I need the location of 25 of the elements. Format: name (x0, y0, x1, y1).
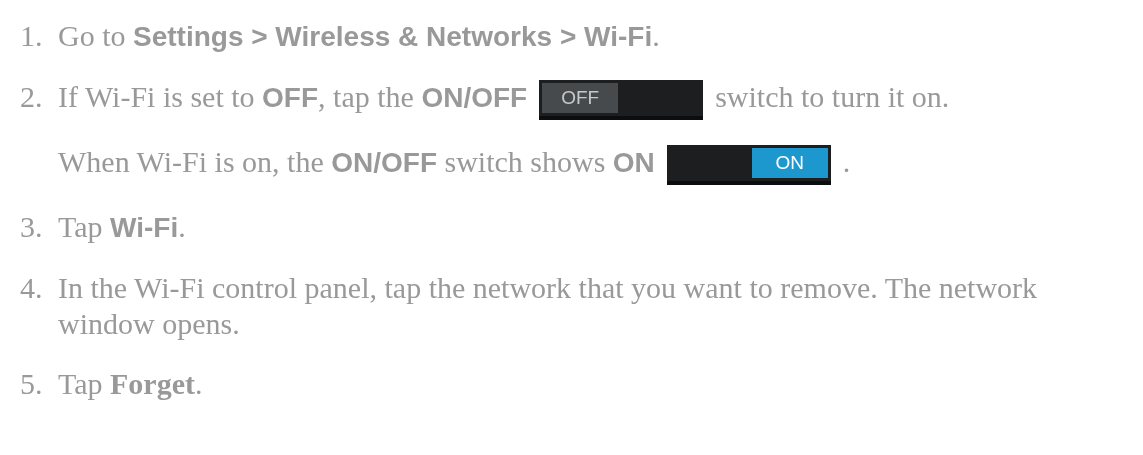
step-number: 4. (20, 270, 44, 307)
switch-thumb: ON (751, 148, 828, 179)
step-number: 2. (20, 79, 44, 115)
ui-label: ON/OFF (331, 147, 437, 179)
instruction-text: Go to (58, 19, 127, 52)
ui-label: ON/OFF (421, 82, 528, 113)
step-number: 1. (20, 18, 44, 54)
instruction-text: , tap the (318, 80, 415, 113)
instruction-text: switch to turn it on. (715, 80, 950, 113)
instruction-text: When Wi-Fi is on, the (58, 145, 325, 179)
ui-label: OFF (262, 82, 319, 113)
step-number: 5. (20, 366, 44, 403)
instruction-text: switch shows (443, 145, 607, 179)
switch-thumb: OFF (542, 83, 619, 114)
instruction-text: . (178, 210, 186, 244)
instruction-text: Tap Forget. (58, 367, 203, 401)
instruction-text: In the Wi-Fi control panel, tap the network that you want to remove. The network window opens. (58, 271, 1038, 341)
instruction-text: Tap (58, 210, 104, 244)
ui-label: Settings > Wireless & Networks > Wi-Fi (133, 21, 653, 52)
step-number: 3. (20, 209, 44, 246)
instruction-text: If Wi-Fi is set to (58, 80, 256, 113)
instruction-text: . (652, 19, 660, 52)
instruction-text: . (842, 145, 851, 179)
ui-label: Wi-Fi (110, 212, 179, 244)
ui-label: ON (612, 147, 655, 179)
